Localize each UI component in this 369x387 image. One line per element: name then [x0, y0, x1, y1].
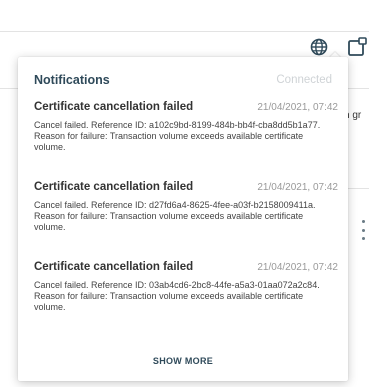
notification-time: 21/04/2021, 07:42 — [257, 262, 338, 273]
divider — [0, 31, 369, 32]
globe-icon — [310, 38, 328, 56]
more-options-icon[interactable] — [360, 220, 366, 240]
divider — [348, 188, 369, 189]
notification-message: Cancel failed. Reference ID: 03ab4cd6-2b… — [34, 280, 320, 312]
expand-window-icon — [348, 37, 367, 56]
notification-message: Cancel failed. Reference ID: a102c9bd-81… — [34, 120, 321, 152]
notifications-panel: Notifications Connected Certificate canc… — [18, 57, 348, 381]
notification-time: 21/04/2021, 07:42 — [257, 102, 338, 113]
expand-window-button[interactable] — [345, 35, 369, 59]
notification-title: Certificate cancellation failed — [34, 101, 194, 113]
notification-message: Cancel failed. Reference ID: d27fd6a4-86… — [34, 200, 316, 232]
notification-time: 21/04/2021, 07:42 — [257, 182, 338, 193]
panel-header: Notifications Connected — [34, 71, 332, 89]
notification-title: Certificate cancellation failed — [34, 181, 194, 193]
notification-item[interactable]: Certificate cancellation failed 21/04/20… — [34, 261, 338, 341]
connection-status: Connected — [276, 74, 332, 86]
notification-title: Certificate cancellation failed — [34, 261, 194, 273]
notification-item[interactable]: Certificate cancellation failed 21/04/20… — [34, 101, 338, 181]
notification-item[interactable]: Certificate cancellation failed 21/04/20… — [34, 181, 338, 261]
panel-title: Notifications — [34, 73, 110, 87]
show-more-button[interactable]: SHOW MORE — [18, 356, 348, 366]
divider — [0, 88, 18, 89]
language-button[interactable] — [308, 36, 330, 58]
divider — [348, 88, 369, 89]
notification-list: Certificate cancellation failed 21/04/20… — [34, 101, 338, 341]
